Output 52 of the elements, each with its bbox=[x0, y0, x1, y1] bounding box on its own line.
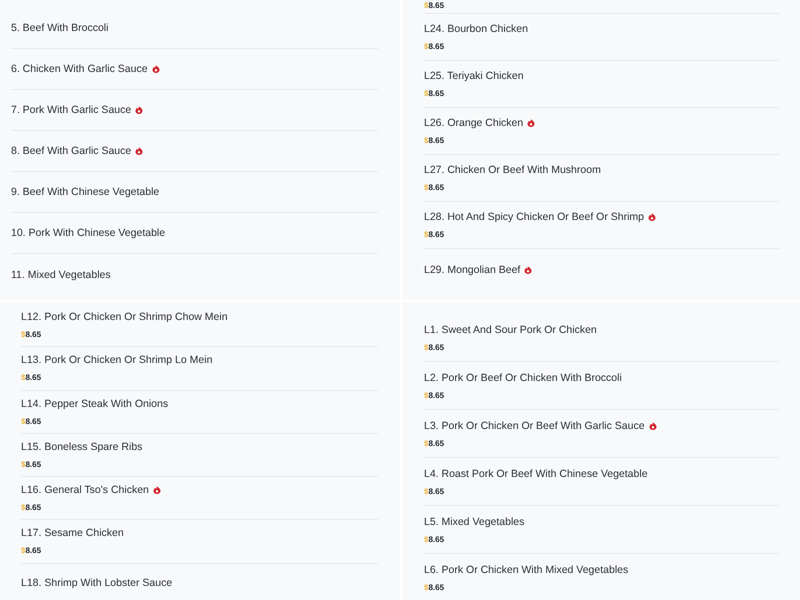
dish-name[interactable]: 9. Beef With Chinese Vegetable bbox=[11, 186, 160, 198]
dish-name[interactable]: L5. Mixed Vegetables bbox=[424, 516, 524, 528]
flame-icon bbox=[152, 65, 160, 73]
dish-name[interactable]: L27. Chicken Or Beef With Mushroom bbox=[424, 164, 601, 176]
price: $8.65 bbox=[424, 230, 446, 239]
price: $8.65 bbox=[21, 373, 42, 382]
dish-name[interactable]: 6. Chicken With Garlic Sauce bbox=[11, 63, 148, 75]
dish-name[interactable]: L17. Sesame Chicken bbox=[21, 527, 124, 540]
price: $8.65 bbox=[424, 136, 446, 145]
flame-icon bbox=[524, 266, 532, 274]
price: $8.65 bbox=[21, 503, 42, 512]
dish-name[interactable]: 10. Pork With Chinese Vegetable bbox=[11, 227, 166, 239]
price: $8.65 bbox=[424, 486, 446, 496]
flame-icon bbox=[527, 119, 536, 127]
dish-name[interactable]: L26. Orange Chicken bbox=[424, 117, 524, 129]
dish-name[interactable]: 5. Beef With Broccoli bbox=[11, 22, 108, 34]
price: $8.65 bbox=[424, 1, 444, 10]
price: $8.65 bbox=[21, 460, 42, 469]
dish-name[interactable]: L24. Bourbon Chicken bbox=[424, 23, 528, 35]
dish-name[interactable]: L2. Pork Or Beef Or Chicken With Broccoli bbox=[424, 372, 622, 384]
dish-name[interactable]: L18. Shrimp With Lobster Sauce bbox=[21, 576, 172, 589]
dish-name[interactable]: L16. General Tso's Chicken bbox=[21, 484, 149, 496]
flame-icon bbox=[135, 147, 144, 155]
price: $8.65 bbox=[424, 183, 446, 192]
dish-name[interactable]: L25. Teriyaki Chicken bbox=[424, 70, 524, 82]
dish-name[interactable]: L13. Pork Or Chicken Or Shrimp Lo Mein bbox=[21, 354, 212, 366]
price: $8.65 bbox=[424, 342, 446, 352]
dish-name[interactable]: L14. Pepper Steak With Onions bbox=[21, 398, 168, 410]
price: $8.65 bbox=[21, 416, 42, 426]
flame-icon bbox=[152, 486, 161, 494]
price: $8.65 bbox=[424, 534, 446, 544]
price: $8.65 bbox=[424, 582, 446, 592]
dish-name[interactable]: L6. Pork Or Chicken With Mixed Vegetables bbox=[424, 564, 628, 576]
flame-icon bbox=[135, 106, 144, 114]
dish-name[interactable]: L15. Boneless Spare Ribs bbox=[21, 440, 142, 453]
price: $8.65 bbox=[424, 42, 446, 51]
dish-name[interactable]: L12. Pork Or Chicken Or Shrimp Chow Mein bbox=[21, 311, 228, 324]
price: $8.65 bbox=[424, 438, 446, 448]
dish-name[interactable]: L4. Roast Pork Or Beef With Chinese Vegetable bbox=[424, 468, 648, 480]
dish-name[interactable]: 11. Mixed Vegetables bbox=[11, 268, 111, 280]
dish-name[interactable]: L1. Sweet And Sour Pork Or Chicken bbox=[424, 324, 597, 336]
price: $8.65 bbox=[424, 390, 446, 400]
dish-name[interactable]: L29. Mongolian Beef bbox=[424, 264, 520, 276]
flame-icon bbox=[648, 213, 656, 221]
price: $8.65 bbox=[21, 546, 42, 556]
dish-name[interactable]: 8. Beef With Garlic Sauce bbox=[11, 145, 132, 157]
flame-icon bbox=[648, 422, 657, 430]
dish-name[interactable]: L3. Pork Or Chicken Or Beef With Garlic Sauce bbox=[424, 420, 645, 432]
dish-name[interactable]: 7. Pork With Garlic Sauce bbox=[11, 104, 132, 116]
price: $8.65 bbox=[21, 330, 42, 340]
dish-name[interactable]: L28. Hot And Spicy Chicken Or Beef Or Shrimp bbox=[424, 211, 644, 223]
price: $8.65 bbox=[424, 89, 446, 98]
